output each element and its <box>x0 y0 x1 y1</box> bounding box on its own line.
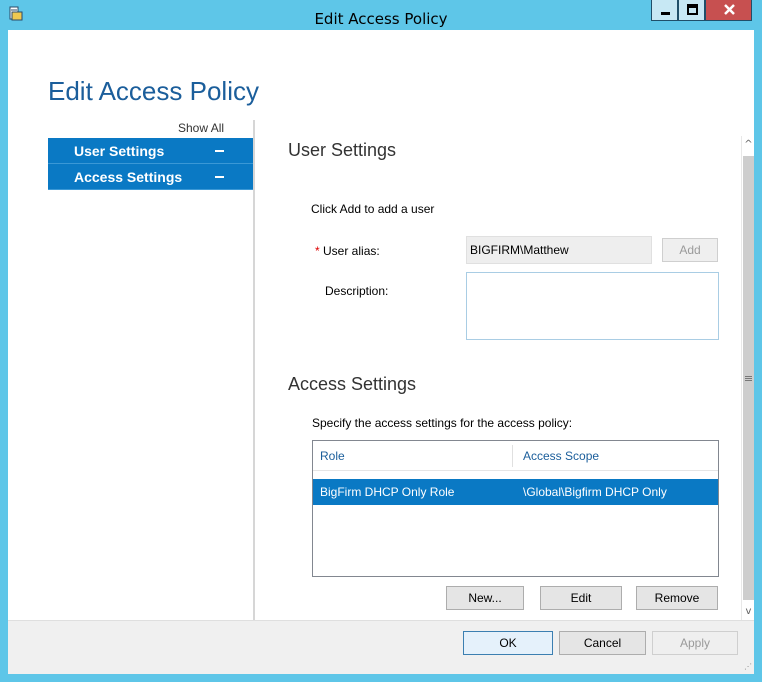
scroll-up-icon[interactable]: ^ <box>742 136 755 153</box>
nav-item-user-settings[interactable]: User Settings <box>48 138 254 164</box>
ok-button[interactable]: OK <box>463 631 553 655</box>
minimize-icon <box>661 12 670 15</box>
nav-item-label: User Settings <box>74 143 165 159</box>
dialog-footer: OK Cancel Apply ⋰ <box>8 620 754 674</box>
access-settings-heading: Access Settings <box>288 374 417 394</box>
remove-button[interactable]: Remove <box>636 586 718 610</box>
user-alias-label-text: User alias: <box>323 244 380 258</box>
column-header-role[interactable]: Role <box>320 449 345 463</box>
maximize-button[interactable] <box>678 0 705 21</box>
window-title: Edit Access Policy <box>314 10 448 28</box>
nav-item-label: Access Settings <box>74 169 183 185</box>
role-cell: BigFirm DHCP Only Role <box>320 485 455 499</box>
user-settings-heading: User Settings <box>288 140 397 160</box>
nav-divider <box>253 120 255 627</box>
apply-button[interactable]: Apply <box>652 631 738 655</box>
show-all-link[interactable]: Show All <box>178 121 224 135</box>
user-alias-label: * User alias: <box>315 244 380 258</box>
access-policy-grid[interactable]: Role Access Scope BigFirm DHCP Only Role… <box>312 440 719 577</box>
scrollbar-thumb[interactable] <box>743 156 754 600</box>
vertical-scrollbar[interactable]: ^ v <box>741 136 754 620</box>
column-header-access-scope[interactable]: Access Scope <box>523 449 599 463</box>
nav-item-access-settings[interactable]: Access Settings <box>48 164 254 190</box>
access-settings-hint: Specify the access settings for the acce… <box>312 416 573 430</box>
resize-grip-icon[interactable]: ⋰ <box>742 662 752 672</box>
new-button[interactable]: New... <box>446 586 524 610</box>
section-nav: User Settings Access Settings <box>48 138 254 190</box>
required-marker: * <box>315 244 320 258</box>
collapse-minus-icon[interactable] <box>215 176 224 178</box>
dialog-window: Edit Access Policy Edit Access Policy Sh… <box>0 0 762 682</box>
collapse-minus-icon[interactable] <box>215 150 224 152</box>
add-user-button[interactable]: Add <box>662 238 718 262</box>
edit-button[interactable]: Edit <box>540 586 622 610</box>
scroll-down-icon[interactable]: v <box>742 603 755 620</box>
close-button[interactable] <box>705 0 752 21</box>
minimize-button[interactable] <box>651 0 678 21</box>
maximize-icon <box>687 4 698 15</box>
description-field[interactable] <box>466 272 719 340</box>
page-title: Edit Access Policy <box>48 76 259 106</box>
description-label: Description: <box>325 284 389 298</box>
dialog-client-area: Edit Access Policy Show All User Setting… <box>8 30 754 674</box>
cancel-button[interactable]: Cancel <box>559 631 646 655</box>
close-icon <box>724 4 735 15</box>
grid-header: Role Access Scope <box>313 441 718 471</box>
add-user-hint: Click Add to add a user <box>311 202 435 216</box>
access-scope-cell: \Global\Bigfirm DHCP Only <box>523 485 667 499</box>
grip-icon <box>745 376 752 381</box>
column-separator[interactable] <box>512 445 513 467</box>
table-row[interactable]: BigFirm DHCP Only Role \Global\Bigfirm D… <box>313 479 718 505</box>
user-alias-field[interactable]: BIGFIRM\Matthew <box>466 236 652 264</box>
